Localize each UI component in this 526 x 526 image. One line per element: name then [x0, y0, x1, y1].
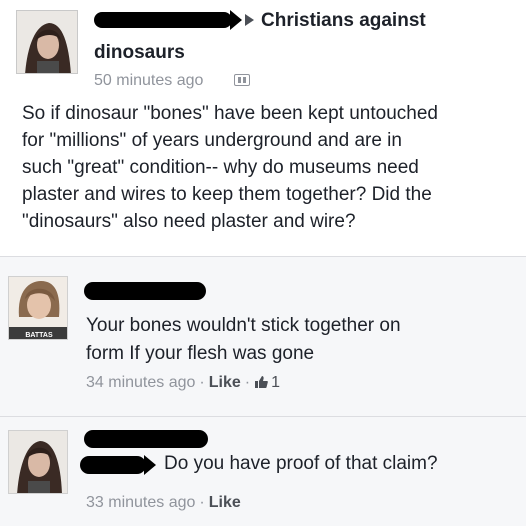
- thumbs-up-icon: [255, 376, 268, 388]
- like-count[interactable]: 1: [271, 374, 280, 391]
- comment-text-line: Do you have proof of that claim?: [164, 453, 438, 474]
- meta-separator: ·: [199, 494, 205, 511]
- post-body-line: So if dinosaur "bones" have been kept un…: [22, 103, 438, 124]
- profile-photo-icon: [17, 11, 77, 73]
- post-timestamp[interactable]: 50 minutes ago: [94, 72, 203, 90]
- commenter-avatar[interactable]: [8, 430, 68, 494]
- like-button[interactable]: Like: [209, 374, 241, 391]
- meta-separator: ·: [199, 374, 205, 391]
- poster-avatar[interactable]: [16, 10, 78, 74]
- commenter-name-redaction: [84, 282, 206, 300]
- redaction-arrow-shape: [144, 455, 156, 475]
- comment-timestamp[interactable]: 33 minutes ago: [86, 494, 195, 511]
- commenter-name-redaction: [80, 456, 146, 474]
- group-name-continued[interactable]: dinosaurs: [94, 42, 185, 64]
- profile-photo-icon: [9, 431, 67, 493]
- comment-timestamp[interactable]: 34 minutes ago: [86, 374, 195, 391]
- comment-text-line: Your bones wouldn't stick together on: [86, 315, 401, 336]
- comment: BATTAS Your bones wouldn't stick togethe…: [0, 256, 526, 416]
- comment: Do you have proof of that claim? 33 minu…: [0, 416, 526, 526]
- meta-separator: ·: [244, 374, 251, 391]
- comment-meta: 34 minutes ago · Like · 1: [86, 374, 280, 392]
- poster-name-redaction: [94, 12, 232, 28]
- commenter-avatar[interactable]: BATTAS: [8, 276, 68, 340]
- comment-text-line: form If your flesh was gone: [86, 343, 315, 364]
- comment-meta: 33 minutes ago · Like: [86, 494, 241, 512]
- post-header: Christians against dinosaurs 50 minutes …: [92, 8, 512, 89]
- avatar-caption: BATTAS: [25, 332, 53, 339]
- comments-section: BATTAS Your bones wouldn't stick togethe…: [0, 256, 526, 526]
- post-body-line: "dinosaurs" also need plaster and wire?: [22, 211, 356, 232]
- post-body-line: such "great" condition-- why do museums …: [22, 157, 419, 178]
- redaction-arrow-shape: [230, 10, 242, 30]
- group-audience-icon: [234, 74, 250, 86]
- post-body: So if dinosaur "bones" have been kept un…: [22, 100, 516, 235]
- like-button[interactable]: Like: [209, 494, 241, 511]
- group-name[interactable]: Christians against: [261, 10, 426, 32]
- facebook-group-post-screenshot: Christians against dinosaurs 50 minutes …: [0, 0, 526, 526]
- profile-photo-icon: BATTAS: [9, 277, 67, 339]
- commenter-name-redaction: [84, 430, 208, 448]
- post-body-line: for "millions" of years underground and …: [22, 130, 402, 151]
- group-post: Christians against dinosaurs 50 minutes …: [0, 0, 526, 256]
- post-body-line: plaster and wires to keep them together?…: [22, 184, 432, 205]
- share-arrow-icon: [245, 14, 254, 26]
